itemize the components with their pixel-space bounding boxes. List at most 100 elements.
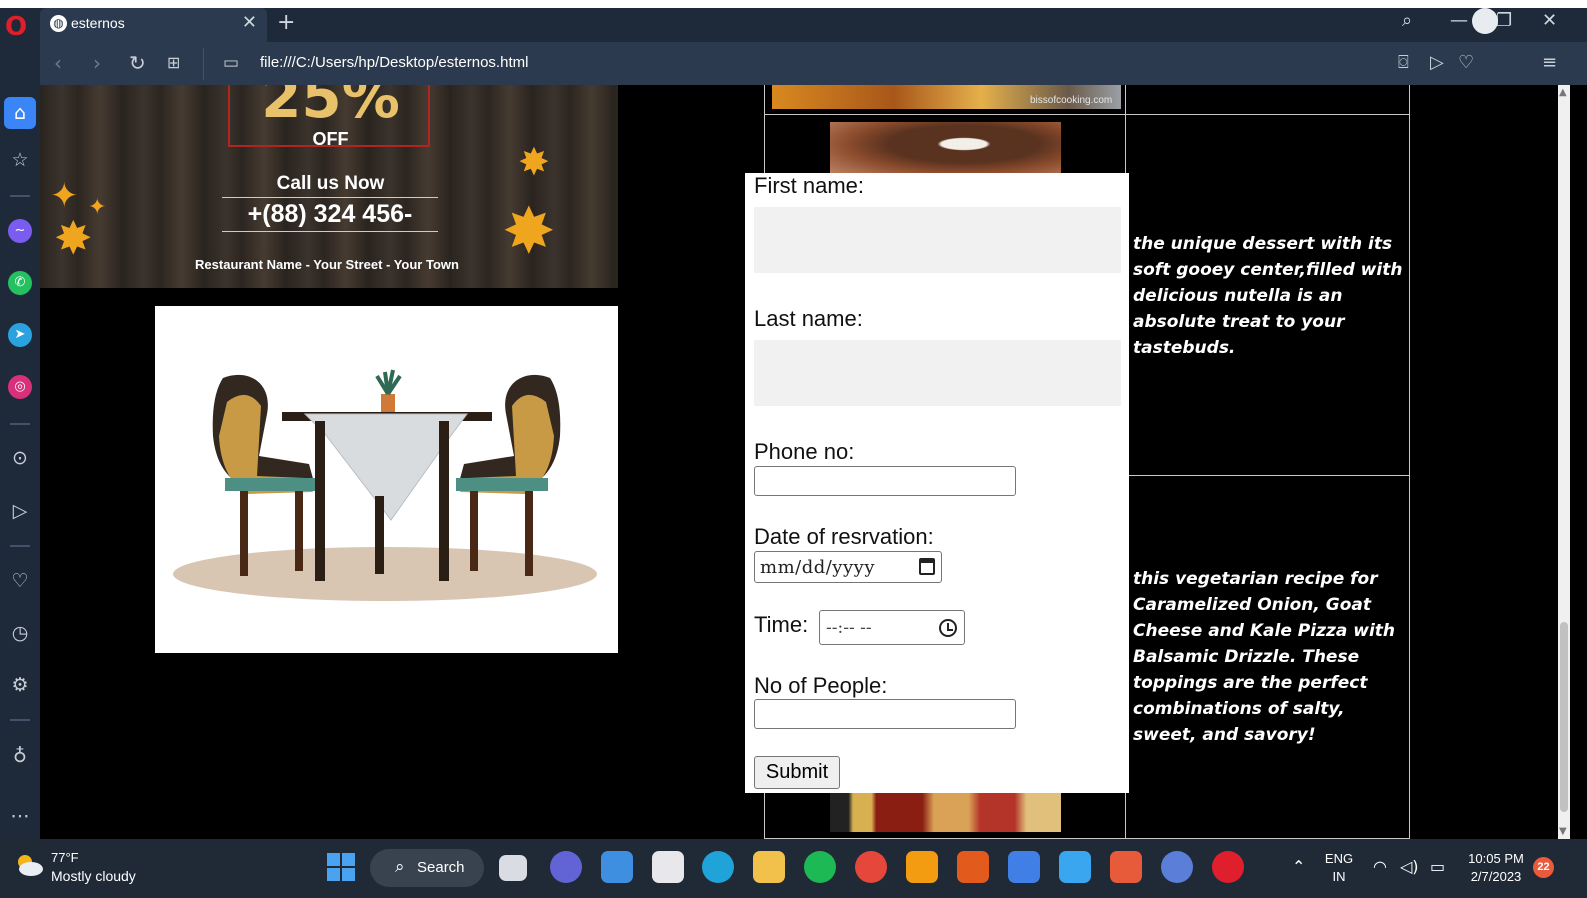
send-icon[interactable]: ▷ <box>1430 52 1444 73</box>
battery-icon[interactable]: ▭ <box>1430 857 1445 876</box>
my-flow-icon[interactable]: ▷ <box>5 496 35 526</box>
submit-button[interactable]: Submit <box>754 756 840 789</box>
snapshot-icon[interactable]: ⌼ <box>1398 52 1409 73</box>
tabs-grid-icon[interactable]: ⊞ <box>167 52 180 74</box>
forward-icon[interactable]: › <box>93 52 101 74</box>
wifi-icon[interactable]: ◠ <box>1373 857 1387 876</box>
whatsapp-icon[interactable]: ✆ <box>8 271 32 295</box>
language-region[interactable]: IN <box>1320 869 1358 884</box>
task-view-icon[interactable] <box>499 855 527 881</box>
app-globe-icon[interactable] <box>1161 851 1193 883</box>
reservation-form: First name: Last name: Phone no: Date of… <box>745 173 1129 793</box>
reservation-time-input[interactable]: --:-- -- <box>819 610 965 645</box>
restore-icon[interactable]: ❐ <box>1496 10 1512 31</box>
browser-tab[interactable]: ◍ esternos ✕ <box>40 8 267 42</box>
last-name-label: Last name: <box>754 306 863 331</box>
spotify-icon[interactable] <box>804 851 836 883</box>
banner-discount: 25% <box>261 85 400 131</box>
minimize-icon[interactable]: — <box>1450 10 1468 31</box>
reservation-date-input[interactable]: mm/dd/yyyy <box>754 551 942 583</box>
sublime-text-icon[interactable] <box>906 851 938 883</box>
player-icon[interactable]: ⊙ <box>5 443 35 473</box>
table-row-line <box>764 114 1410 115</box>
heart-icon[interactable]: ♡ <box>1458 52 1474 73</box>
window-top-edge <box>0 0 1587 8</box>
dessert-image <box>830 122 1061 177</box>
time-placeholder: --:-- -- <box>826 618 872 638</box>
dining-table-illustration <box>155 306 618 653</box>
instagram-icon[interactable]: ◎ <box>8 375 32 399</box>
taskbar-search-label: Search <box>417 859 465 876</box>
file-explorer-icon[interactable] <box>753 851 785 883</box>
globe-icon: ◍ <box>50 15 67 32</box>
close-tab-icon[interactable]: ✕ <box>242 12 257 33</box>
first-name-label: First name: <box>754 173 865 198</box>
show-hidden-icons-icon[interactable]: ⌃ <box>1292 857 1305 876</box>
calendar-icon[interactable] <box>919 558 935 575</box>
back-icon[interactable]: ‹ <box>54 52 62 74</box>
weather-temperature[interactable]: 77°F <box>51 850 79 865</box>
reload-icon[interactable]: ↻ <box>129 52 146 74</box>
history-clock-icon[interactable]: ◷ <box>5 618 35 648</box>
volume-icon[interactable]: ◁) <box>1400 857 1419 876</box>
close-window-icon[interactable]: ✕ <box>1542 10 1557 31</box>
clock-date[interactable]: 2/7/2023 <box>1462 869 1530 884</box>
maple-leaf-icon: ✸ <box>518 140 550 184</box>
page-icon: ▭ <box>223 53 240 73</box>
opera-logo-icon[interactable]: O <box>4 13 28 41</box>
maple-leaf-icon: ✸ <box>502 195 556 269</box>
photos-icon[interactable] <box>1008 851 1040 883</box>
snipping-tool-icon[interactable] <box>652 851 684 883</box>
profile-avatar-icon[interactable] <box>1472 8 1498 34</box>
taskbar-search[interactable]: ⌕ Search <box>370 849 484 887</box>
tab-title: esternos <box>71 15 125 31</box>
sidebar: ⌂ ☆ ~ ✆ ➤ ◎ ⊙ ▷ ♡ ◷ ⚙ ♁ ⋯ <box>0 42 40 839</box>
tips-lightbulb-icon[interactable]: ♁ <box>5 741 35 771</box>
scroll-down-icon[interactable]: ▼ <box>1559 826 1567 837</box>
dining-table-svg <box>173 369 597 601</box>
search-icon: ⌕ <box>395 857 405 877</box>
pizza-description: this vegetarian recipe for Caramelized O… <box>1133 569 1396 745</box>
telegram-icon[interactable]: ➤ <box>8 323 32 347</box>
settings-gear-icon[interactable]: ⚙ <box>5 670 35 700</box>
scroll-up-icon[interactable]: ▲ <box>1559 87 1567 98</box>
paint-icon[interactable] <box>1059 851 1091 883</box>
edge-browser-icon[interactable] <box>702 851 734 883</box>
home-icon: ⌂ <box>13 102 27 124</box>
url-field[interactable]: file:///C:/Users/hp/Desktop/esternos.htm… <box>260 54 528 71</box>
phone-input[interactable] <box>754 466 1016 496</box>
easy-setup-icon[interactable]: ≡ <box>1542 52 1557 73</box>
opera-taskbar-icon[interactable] <box>1212 851 1244 883</box>
bookmarks-star-icon[interactable]: ☆ <box>5 145 35 175</box>
address-separator <box>203 48 204 80</box>
last-name-input[interactable] <box>754 340 1121 406</box>
weather-cloud-icon[interactable] <box>14 853 44 877</box>
search-tabs-icon[interactable]: ⌕ <box>1402 10 1412 31</box>
app-v-icon[interactable] <box>957 851 989 883</box>
people-input[interactable] <box>754 699 1016 729</box>
notification-badge[interactable]: 22 <box>1533 857 1554 878</box>
scrollbar-thumb[interactable] <box>1560 622 1568 812</box>
clock-time[interactable]: 10:05 PM <box>1462 851 1530 866</box>
chrome-icon[interactable] <box>855 851 887 883</box>
pinboard-heart-icon[interactable]: ♡ <box>5 566 35 596</box>
people-label: No of People: <box>754 673 888 698</box>
maple-leaf-icon: ✸ <box>54 211 93 265</box>
windows-start-icon[interactable] <box>327 853 355 881</box>
teams-chat-icon[interactable] <box>550 851 582 883</box>
first-name-input[interactable] <box>754 207 1121 273</box>
messenger-icon[interactable]: ~ <box>8 219 32 243</box>
sidebar-separator <box>10 423 30 425</box>
office-icon[interactable] <box>1110 851 1142 883</box>
address-bar: ‹ › ↻ ⊞ ▭ file:///C:/Users/hp/Desktop/es… <box>40 42 1587 85</box>
image-watermark: bissofcooking.com <box>1030 95 1113 106</box>
new-tab-icon[interactable]: + <box>277 10 295 35</box>
mail-icon[interactable] <box>601 851 633 883</box>
weather-description[interactable]: Mostly cloudy <box>51 868 136 884</box>
clock-icon[interactable] <box>939 619 957 637</box>
more-icon[interactable]: ⋯ <box>5 801 35 831</box>
phone-label: Phone no: <box>754 439 855 464</box>
sidebar-separator <box>10 195 30 197</box>
language-indicator[interactable]: ENG <box>1320 851 1358 866</box>
time-label: Time: <box>754 612 809 637</box>
